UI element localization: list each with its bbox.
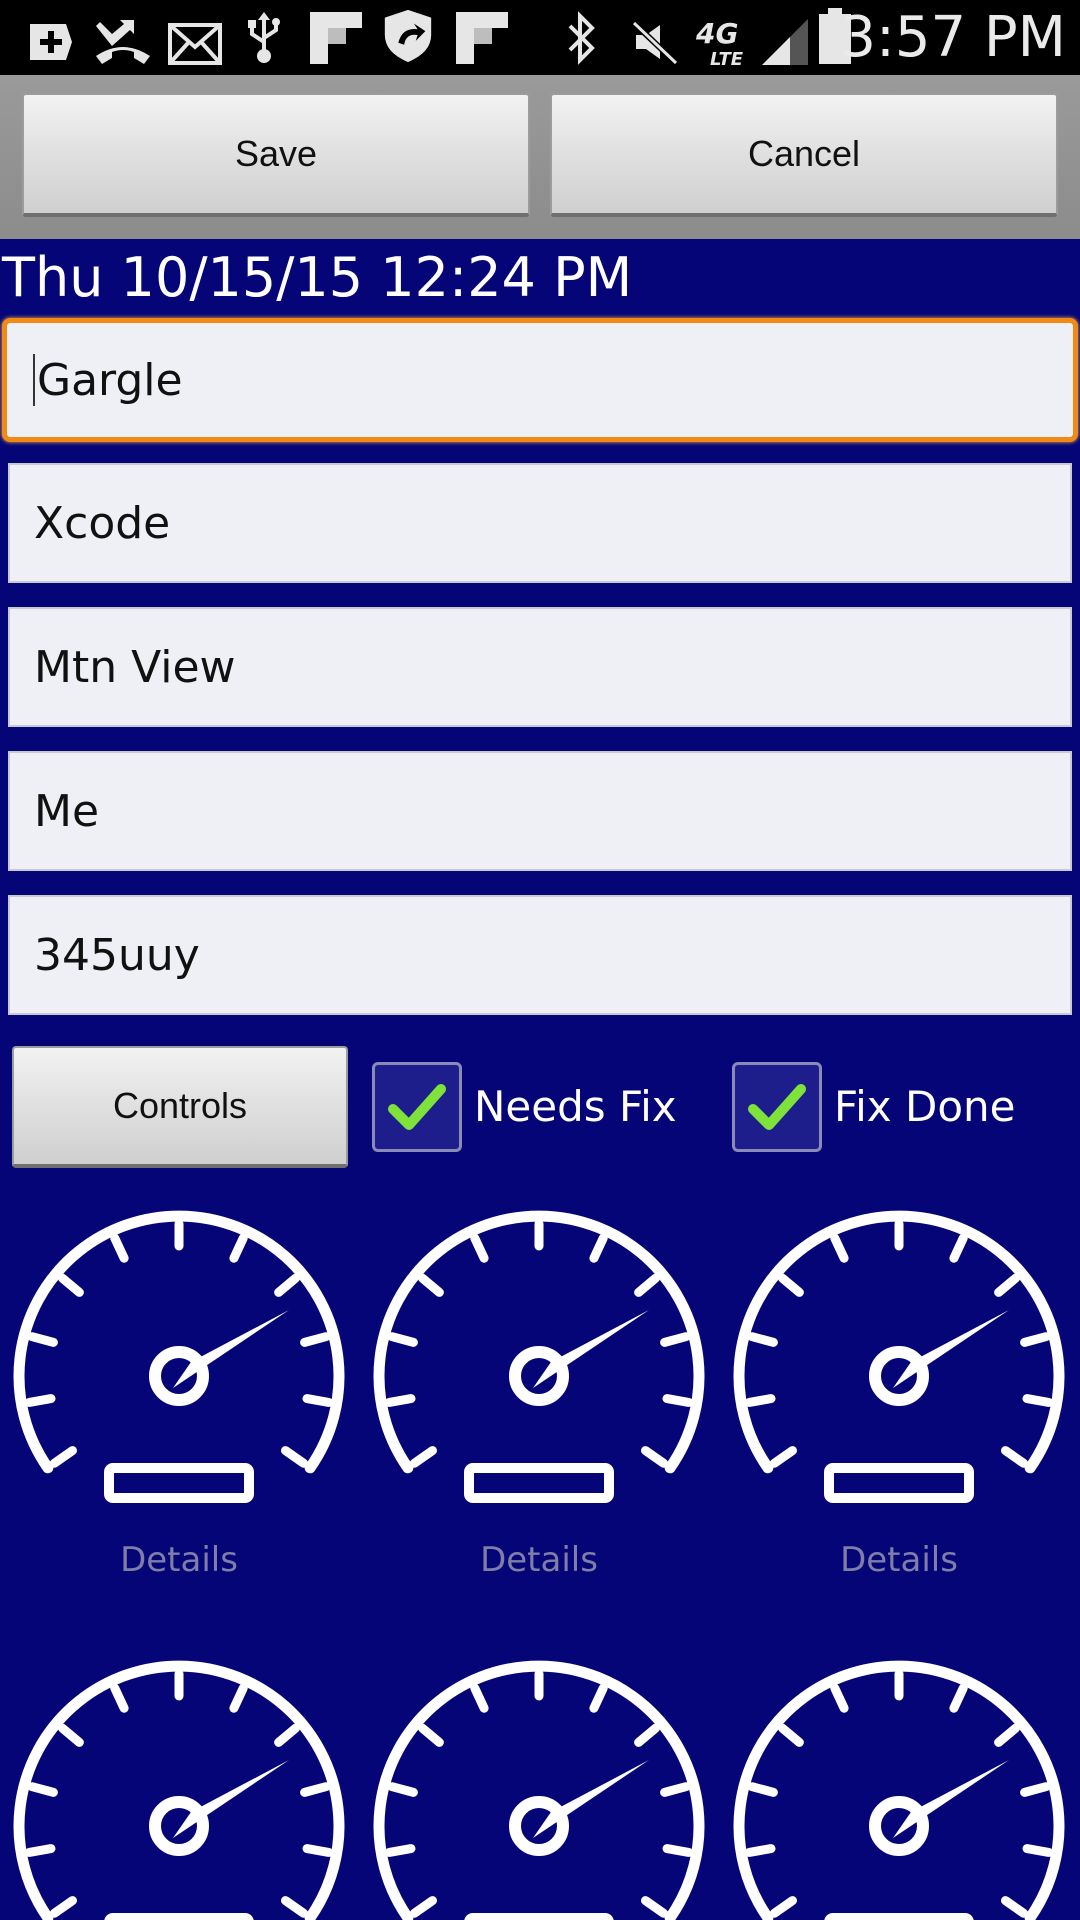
- text-field-1-value: Gargle: [37, 354, 183, 406]
- gauge-tile-4[interactable]: [4, 1646, 354, 1920]
- text-field-4[interactable]: Me: [8, 751, 1072, 871]
- speedometer-icon: [733, 1210, 1065, 1503]
- needs-fix-label: Needs Fix: [474, 1082, 677, 1131]
- shield-icon: [384, 9, 432, 63]
- 4g-lte-icon: 4G LTE: [695, 17, 744, 68]
- fix-done-checkbox[interactable]: [732, 1062, 822, 1152]
- text-field-5[interactable]: 345uuy: [8, 895, 1072, 1015]
- controls-button[interactable]: Controls: [12, 1046, 348, 1168]
- speedometer-icon: [13, 1660, 345, 1920]
- mute-icon: [631, 20, 679, 66]
- text-field-1[interactable]: Gargle: [2, 318, 1078, 442]
- speedometer-icon: [733, 1660, 1065, 1920]
- date-time-label: Thu 10/15/15 12:24 PM: [2, 246, 633, 309]
- text-cursor: [33, 354, 35, 406]
- gauge-tile-1[interactable]: Details: [4, 1196, 354, 1596]
- fix-done-label: Fix Done: [834, 1082, 1016, 1131]
- missed-call-icon: [96, 20, 150, 64]
- clock: 3:57 PM: [840, 5, 1066, 70]
- checkmark-icon: [748, 1084, 806, 1130]
- text-field-5-value: 345uuy: [34, 929, 200, 981]
- save-button[interactable]: Save: [22, 93, 530, 217]
- status-bar: 4G LTE 3:57 PM: [0, 0, 1080, 75]
- details-label: Details: [840, 1540, 958, 1580]
- details-label: Details: [480, 1540, 598, 1580]
- text-field-3-value: Mtn View: [34, 641, 236, 693]
- gauge-tile-3[interactable]: Details: [724, 1196, 1074, 1596]
- flipboard-icon: [456, 12, 508, 64]
- gauge-tile-5[interactable]: [364, 1646, 714, 1920]
- text-field-2[interactable]: Xcode: [8, 463, 1072, 583]
- speedometer-icon: [13, 1210, 345, 1503]
- speedometer-icon: [373, 1210, 705, 1503]
- speedometer-icon: [373, 1660, 705, 1920]
- signal-icon: [762, 19, 808, 65]
- usb-icon: [248, 12, 280, 63]
- svg-text:4G: 4G: [695, 17, 738, 50]
- checkmark-icon: [388, 1084, 446, 1130]
- flipboard-icon: [310, 12, 362, 64]
- text-field-3[interactable]: Mtn View: [8, 607, 1072, 727]
- gauge-tile-6[interactable]: [724, 1646, 1074, 1920]
- svg-text:LTE: LTE: [710, 49, 744, 68]
- text-field-2-value: Xcode: [34, 497, 171, 549]
- gauge-tile-2[interactable]: Details: [364, 1196, 714, 1596]
- action-toolbar: Save Cancel: [0, 75, 1080, 239]
- bluetooth-icon: [568, 11, 595, 65]
- cancel-button[interactable]: Cancel: [550, 93, 1058, 217]
- text-field-4-value: Me: [34, 785, 100, 837]
- add-icon: [30, 24, 72, 60]
- mail-icon: [168, 23, 222, 65]
- details-label: Details: [120, 1540, 238, 1580]
- needs-fix-checkbox[interactable]: [372, 1062, 462, 1152]
